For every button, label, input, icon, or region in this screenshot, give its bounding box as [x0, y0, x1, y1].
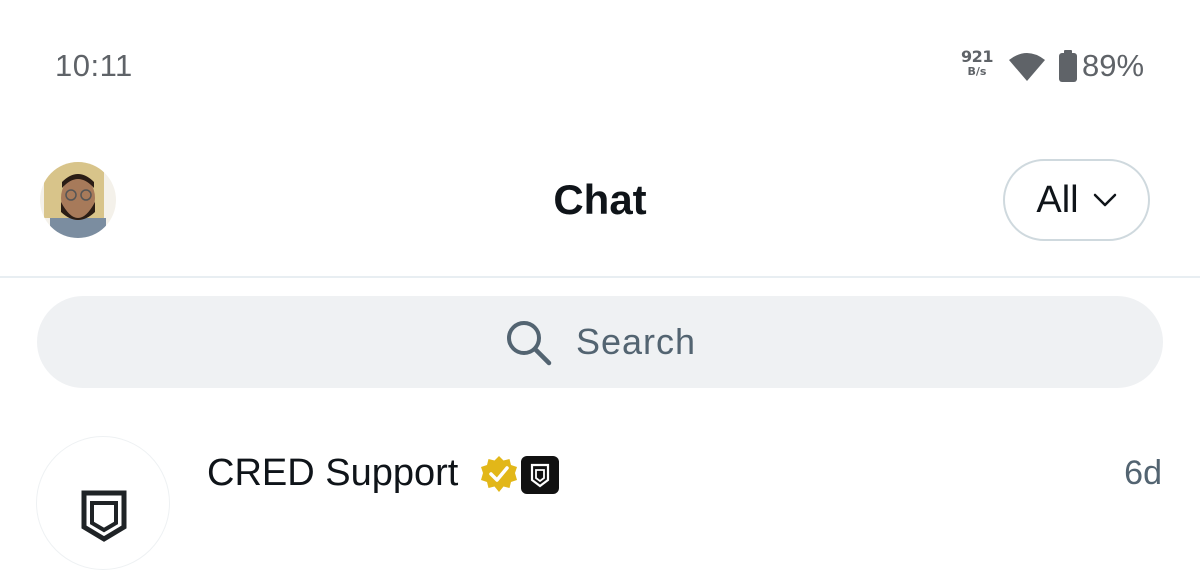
verified-badge-icon: [481, 456, 517, 492]
search-icon: [506, 321, 552, 366]
wifi-icon: [1009, 53, 1045, 81]
search-input[interactable]: Search: [37, 296, 1163, 388]
affiliate-badge: [521, 456, 559, 494]
cred-logo-icon: [81, 490, 127, 542]
network-speed-value: 921: [961, 47, 993, 66]
clock: 10:11: [55, 48, 133, 83]
conversation-avatar: [36, 436, 170, 570]
network-speed-unit: B/s: [967, 65, 987, 78]
status-bar: 10:11 921 B/s 89%: [0, 0, 1200, 130]
battery-percent: 89%: [1082, 48, 1145, 83]
conversation-list-item[interactable]: CRED Support 6d: [0, 420, 1200, 570]
search-placeholder: Search: [575, 321, 697, 362]
filter-dropdown-button[interactable]: All: [1003, 159, 1150, 241]
filter-label: All: [1036, 178, 1079, 221]
conversation-timestamp: 6d: [1124, 454, 1162, 492]
cred-logo-icon: [530, 463, 550, 488]
chat-header: Chat All: [0, 130, 1200, 278]
battery-icon: [1059, 50, 1077, 82]
chevron-down-icon: [1093, 193, 1116, 207]
conversation-name: CRED Support: [207, 452, 459, 494]
network-speed-indicator: 921 B/s: [959, 47, 995, 78]
